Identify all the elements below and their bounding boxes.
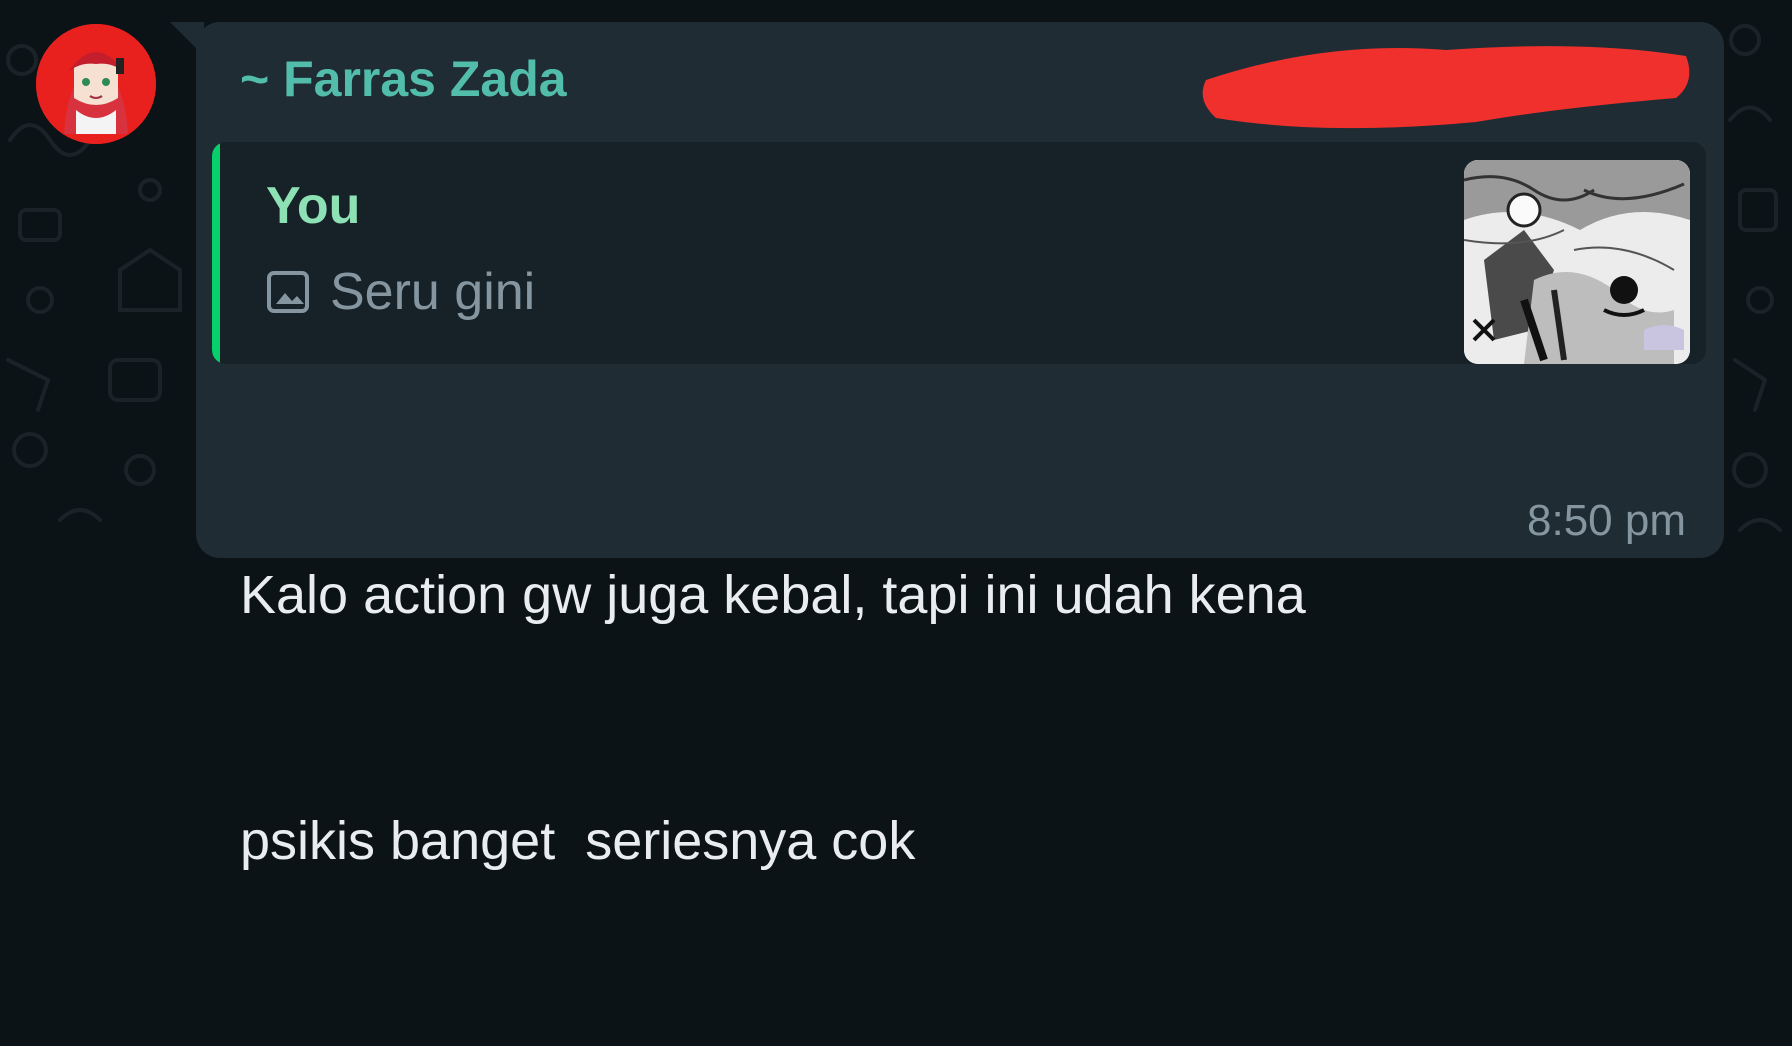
quote-caption-row: Seru gini — [266, 262, 535, 322]
quote-caption: Seru gini — [330, 263, 536, 321]
avatar-anime-girl-image — [36, 24, 156, 144]
message-text: Kalo action gw juga kebal, tapi ini udah… — [240, 390, 1490, 1046]
redaction-scribble — [1202, 46, 1690, 129]
message-timestamp: 8:50 pm — [1527, 496, 1686, 545]
quoted-message[interactable]: You Seru gini — [212, 142, 1706, 364]
avatar[interactable] — [36, 24, 156, 144]
message-bubble[interactable]: ~ Farras Zada You Seru gini Kalo action … — [196, 22, 1724, 871]
quote-accent-bar — [212, 142, 220, 364]
sender-name[interactable]: ~ Farras Zada — [240, 50, 567, 108]
message-line: Kalo action gw juga kebal, tapi ini udah… — [240, 565, 1306, 625]
quoted-image-thumbnail[interactable] — [1464, 160, 1690, 364]
message-line: psikis banget seriesnya cok — [240, 811, 916, 871]
photo-icon — [266, 270, 310, 314]
quote-author: You — [266, 177, 361, 235]
